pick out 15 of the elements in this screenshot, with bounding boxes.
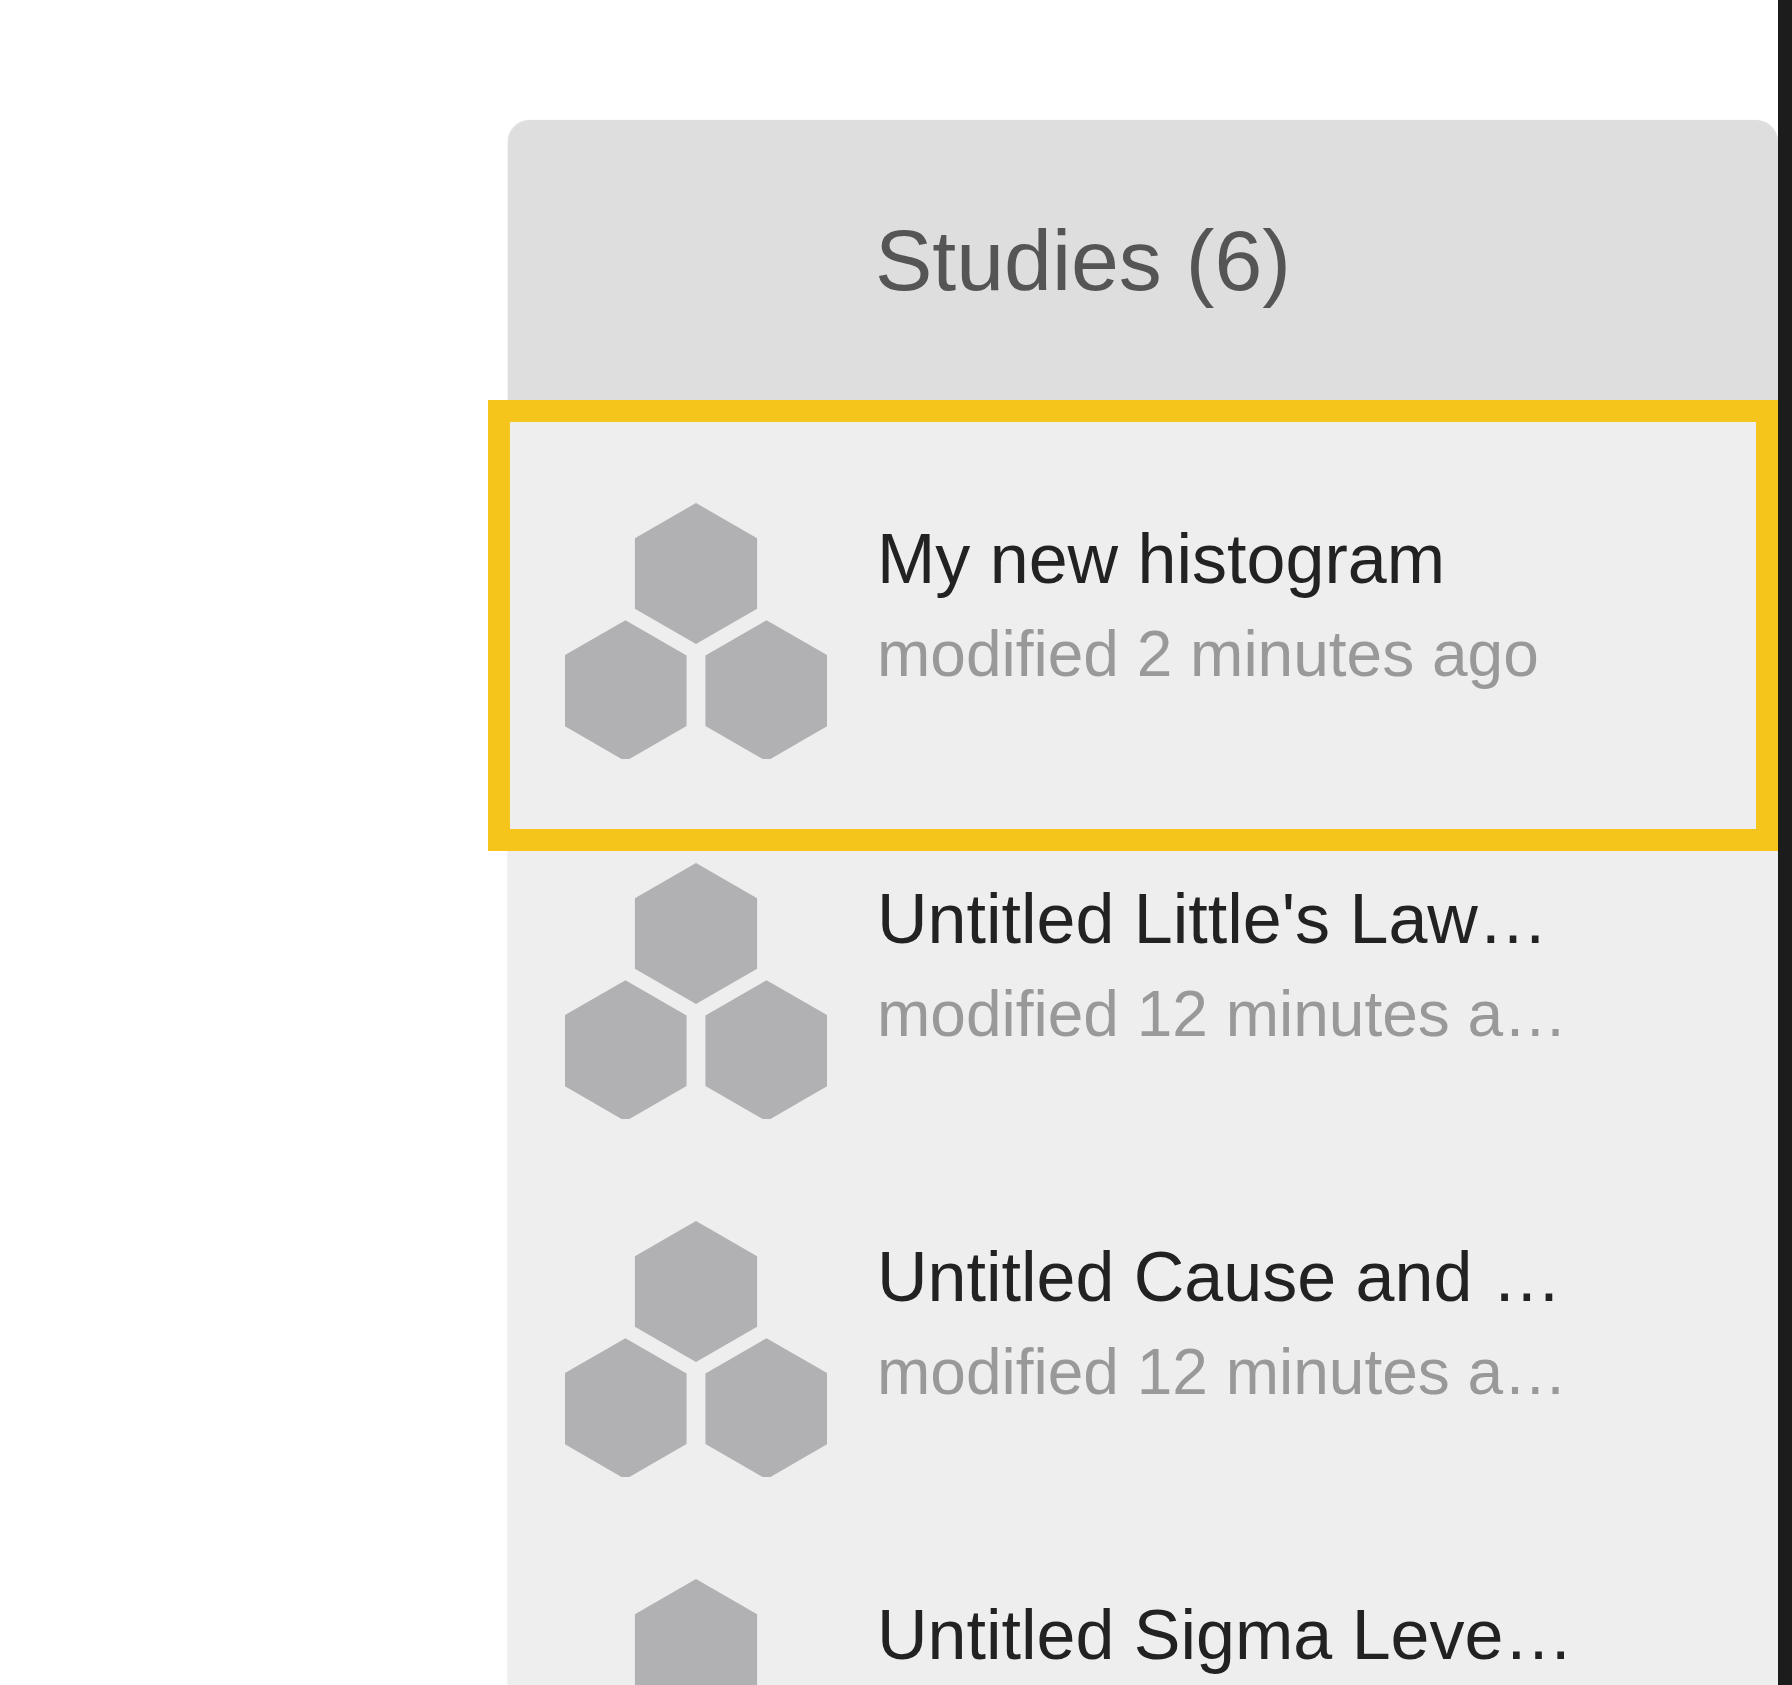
- study-item[interactable]: Untitled Sigma Leve…: [488, 1567, 1778, 1685]
- study-title: My new histogram: [877, 519, 1446, 599]
- study-modified-time: modified 2 minutes ago: [877, 617, 1539, 691]
- study-item[interactable]: Untitled Cause and … modified 12 minutes a…: [488, 1209, 1778, 1567]
- study-item[interactable]: My new histogram modified 2 minutes ago: [488, 400, 1778, 851]
- study-title: Untitled Little's Law…: [877, 879, 1549, 959]
- study-title: Untitled Sigma Leve…: [877, 1595, 1574, 1675]
- hexagon-cluster-icon: [565, 863, 827, 1119]
- study-item[interactable]: Untitled Little's Law… modified 12 minutes a…: [488, 851, 1778, 1209]
- study-modified-time: modified 12 minutes a…: [877, 1335, 1568, 1409]
- study-modified-time: modified 12 minutes a…: [877, 977, 1568, 1051]
- hexagon-cluster-icon: [565, 503, 827, 759]
- panel-title: Studies (6): [875, 210, 1291, 310]
- hexagon-cluster-icon: [565, 1221, 827, 1477]
- study-title: Untitled Cause and …: [877, 1237, 1563, 1317]
